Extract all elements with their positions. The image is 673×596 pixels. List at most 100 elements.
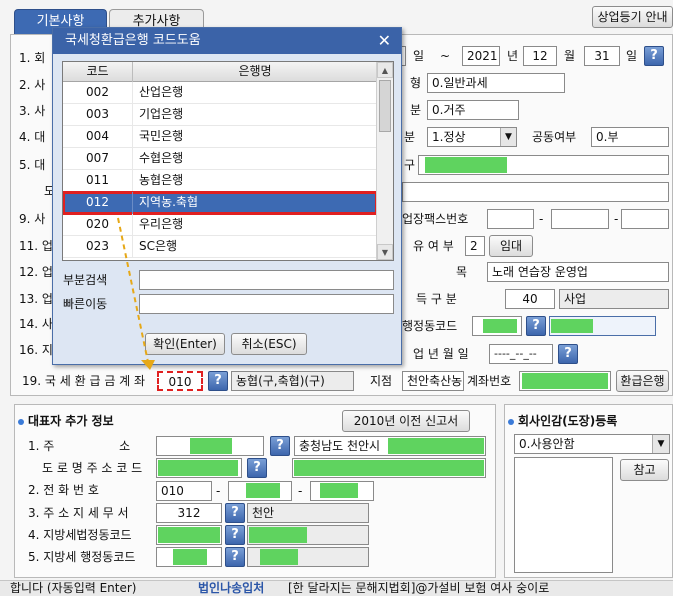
row-11-label: 11. 업 bbox=[19, 239, 53, 253]
tax-office-help-icon[interactable]: ? bbox=[225, 503, 245, 523]
period-day-field[interactable]: 31 bbox=[584, 46, 620, 66]
quick-jump-input[interactable] bbox=[139, 294, 394, 314]
fax-field-1[interactable] bbox=[487, 209, 534, 229]
close-icon[interactable]: ✕ bbox=[378, 28, 391, 54]
tax-office-name: 천안 bbox=[247, 503, 369, 523]
road-name-redacted bbox=[294, 460, 484, 476]
seal-section-title: 회사인감(도장)등록 bbox=[508, 411, 617, 431]
open-date-field[interactable]: ----_--_-- bbox=[489, 344, 553, 364]
scroll-thumb[interactable] bbox=[379, 80, 391, 132]
table-row[interactable]: 007 수협은행 bbox=[63, 148, 377, 170]
period-help-icon[interactable]: ? bbox=[644, 46, 664, 66]
law-code-label: 4. 지방세법정동코드 bbox=[28, 528, 132, 542]
table-row[interactable]: 002 산업은행 bbox=[63, 82, 377, 104]
item-field[interactable]: 노래 연습장 운영업 bbox=[487, 262, 669, 282]
list-scrollbar[interactable]: ▲ ▼ bbox=[376, 62, 393, 260]
table-row[interactable]: 023 SC은행 bbox=[63, 236, 377, 258]
refund-bank-name: 농협(구,축협)(구) bbox=[231, 371, 354, 391]
bank-name: 수협은행 bbox=[139, 151, 184, 165]
address-detail-field[interactable] bbox=[402, 182, 669, 202]
month-unit: 월 bbox=[564, 49, 576, 63]
bank-code: 020 bbox=[63, 214, 133, 236]
branch-label: 지점 bbox=[370, 374, 393, 388]
bank-name: 산업은행 bbox=[139, 85, 184, 99]
address-redacted bbox=[425, 157, 507, 173]
rep-address-redacted bbox=[388, 438, 484, 454]
income-code-label: 득 구 분 bbox=[416, 292, 457, 306]
law-name-redacted bbox=[249, 527, 307, 543]
cancel-button[interactable]: 취소(ESC) bbox=[231, 333, 307, 355]
rep-phone-1[interactable]: 010 bbox=[156, 481, 212, 501]
period-day-label: 일 bbox=[413, 49, 425, 63]
rep-section-title: 대표자 추가 정보 bbox=[18, 411, 114, 431]
rep-zip-redacted bbox=[190, 438, 232, 454]
row-14-label: 14. 사 bbox=[19, 317, 53, 331]
table-row[interactable]: 004 국민은행 bbox=[63, 126, 377, 148]
table-row[interactable]: 020 우리은행 bbox=[63, 214, 377, 236]
admin-name-redacted bbox=[551, 319, 593, 333]
tax-office-code[interactable]: 312 bbox=[156, 503, 222, 523]
col-code-header[interactable]: 코드 bbox=[63, 62, 133, 82]
row-5-label: 5. 대 bbox=[19, 158, 46, 172]
bank-name: 농협은행 bbox=[139, 173, 184, 187]
status-mid-text: 법인나송입처 bbox=[198, 581, 265, 595]
row-3-label: 3. 사 bbox=[19, 104, 46, 118]
row-12-label: 12. 업 bbox=[19, 265, 53, 279]
ok-button[interactable]: 확인(Enter) bbox=[145, 333, 225, 355]
refund-account-label: 19. 국 세 환 급 금 계 좌 bbox=[22, 374, 146, 388]
bank-name: 국민은행 bbox=[139, 129, 184, 143]
road-code-redacted bbox=[158, 460, 238, 476]
fax-field-2[interactable] bbox=[551, 209, 609, 229]
period-tilde: ~ bbox=[440, 49, 451, 63]
road-code-help-icon[interactable]: ? bbox=[247, 458, 267, 478]
scroll-down-icon[interactable]: ▼ bbox=[377, 244, 393, 260]
partial-search-input[interactable] bbox=[139, 270, 394, 290]
table-row[interactable]: 003 기업은행 bbox=[63, 104, 377, 126]
branch-field[interactable]: 천안축산농 bbox=[402, 371, 464, 391]
status-bar: 합니다 (자동입력 Enter) 법인나송입처 [한 달라지는 문해지법회]@가… bbox=[0, 580, 673, 596]
fax-field-3[interactable] bbox=[621, 209, 669, 229]
rep-zip-help-icon[interactable]: ? bbox=[270, 436, 290, 456]
bank-code-dialog: 국세청환급은행 코드도움 ✕ 코드 은행명 002 산업은행 003 기업은행 00… bbox=[52, 27, 402, 365]
day-unit: 일 bbox=[626, 49, 638, 63]
admin-tax-code-redacted bbox=[173, 549, 207, 565]
type-label: 형 bbox=[410, 76, 422, 90]
bank-code: 007 bbox=[63, 148, 133, 170]
scroll-up-icon[interactable]: ▲ bbox=[377, 62, 393, 78]
bank-code: 003 bbox=[63, 104, 133, 126]
refund-bank-button[interactable]: 환급은행 bbox=[616, 370, 669, 392]
open-date-help-icon[interactable]: ? bbox=[558, 344, 578, 364]
income-code-field[interactable]: 40 bbox=[505, 289, 555, 309]
table-row-selected[interactable]: 012 지역농.축협 bbox=[63, 191, 378, 215]
bank-list-grid: 코드 은행명 002 산업은행 003 기업은행 004 국민은행 007 수협은행 0… bbox=[62, 61, 394, 261]
bank-name: SC은행 bbox=[139, 239, 178, 253]
joint-field[interactable]: 0.부 bbox=[591, 127, 669, 147]
period-year-field[interactable]: 2021 bbox=[462, 46, 500, 66]
row-4-label: 4. 대 bbox=[19, 130, 46, 144]
pre-2010-report-button[interactable]: 2010년 이전 신고서 bbox=[342, 410, 470, 432]
seal-dropdown-icon[interactable]: ▼ bbox=[652, 435, 669, 453]
income-code-name: 사업 bbox=[559, 289, 669, 309]
reference-button[interactable]: 참고 bbox=[620, 459, 669, 481]
type-field[interactable]: 0.일반과세 bbox=[427, 73, 565, 93]
residence-field[interactable]: 0.거주 bbox=[427, 100, 519, 120]
dialog-title-bar: 국세청환급은행 코드도움 ✕ bbox=[53, 28, 401, 54]
lease-button[interactable]: 임대 bbox=[489, 235, 533, 257]
status-dropdown-icon[interactable]: ▼ bbox=[500, 128, 516, 146]
quick-jump-label: 빠른이동 bbox=[63, 297, 108, 311]
ownership-field[interactable]: 2 bbox=[465, 236, 485, 256]
commercial-registration-button[interactable]: 상업등기 안내 bbox=[592, 6, 673, 28]
bank-name: 우리은행 bbox=[139, 217, 184, 231]
refund-bank-help-icon[interactable]: ? bbox=[208, 371, 228, 391]
period-month-field[interactable]: 12 bbox=[523, 46, 557, 66]
table-row[interactable]: 011 농협은행 bbox=[63, 170, 377, 192]
rep-phone-dash-2: - bbox=[298, 484, 303, 498]
admin-tax-code-help-icon[interactable]: ? bbox=[225, 547, 245, 567]
col-name-header[interactable]: 은행명 bbox=[133, 62, 377, 82]
seal-select[interactable]: 0.사용안함 bbox=[514, 434, 670, 454]
admin-code-help-icon[interactable]: ? bbox=[526, 316, 546, 336]
refund-bank-code-field[interactable]: 010 bbox=[157, 371, 203, 391]
row-1-label: 1. 회 bbox=[19, 51, 46, 65]
law-code-help-icon[interactable]: ? bbox=[225, 525, 245, 545]
admin-code-label: 행정동코드 bbox=[402, 319, 458, 333]
